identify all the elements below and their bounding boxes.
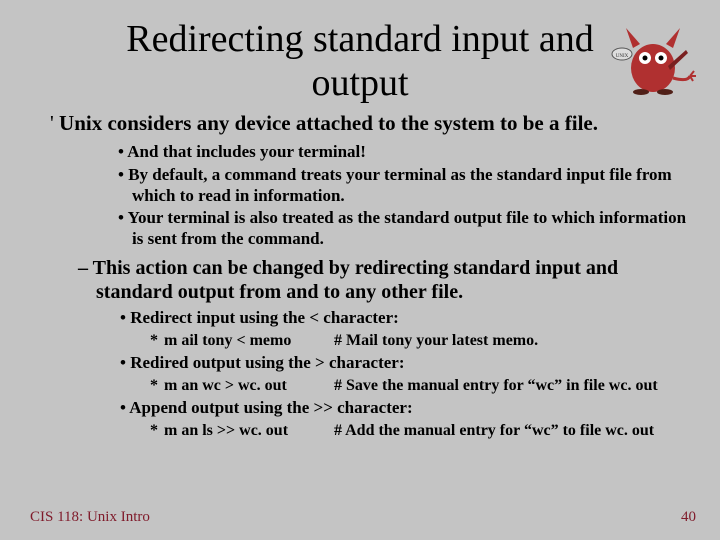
example-command: m ail tony < memo xyxy=(164,331,334,351)
redirect-label: Redirect input using the < character: xyxy=(120,308,690,329)
svg-text:UNIX: UNIX xyxy=(616,54,629,59)
main-point: Unix considers any device attached to th… xyxy=(50,111,690,136)
redirect-example: * m an ls >> wc. out # Add the manual en… xyxy=(150,421,690,441)
sub-point: By default, a command treats your termin… xyxy=(118,165,690,206)
asterisk-bullet: * xyxy=(150,421,164,441)
sub-point: Your terminal is also treated as the sta… xyxy=(118,208,690,249)
redirect-label: Redired output using the > character: xyxy=(120,353,690,374)
example-command: m an ls >> wc. out xyxy=(164,421,334,441)
sub-point: And that includes your terminal! xyxy=(118,142,690,163)
example-comment: # Mail tony your latest memo. xyxy=(334,331,690,351)
slide-title: Redirecting standard input and output xyxy=(90,18,630,105)
redirect-intro: This action can be changed by redirectin… xyxy=(78,256,690,304)
example-comment: # Save the manual entry for “wc” in file… xyxy=(334,376,690,396)
redirect-example: * m ail tony < memo # Mail tony your lat… xyxy=(150,331,690,351)
asterisk-bullet: * xyxy=(150,331,164,351)
footer-course: CIS 118: Unix Intro xyxy=(30,509,150,526)
redirect-example: * m an wc > wc. out # Save the manual en… xyxy=(150,376,690,396)
bsd-mascot-image: UNIX xyxy=(608,18,698,96)
footer-page-number: 40 xyxy=(681,509,696,526)
redirect-label: Append output using the >> character: xyxy=(120,398,690,419)
slide-content: Redirecting standard input and output UN… xyxy=(0,0,720,441)
example-command: m an wc > wc. out xyxy=(164,376,334,396)
example-comment: # Add the manual entry for “wc” to file … xyxy=(334,421,690,441)
asterisk-bullet: * xyxy=(150,376,164,396)
